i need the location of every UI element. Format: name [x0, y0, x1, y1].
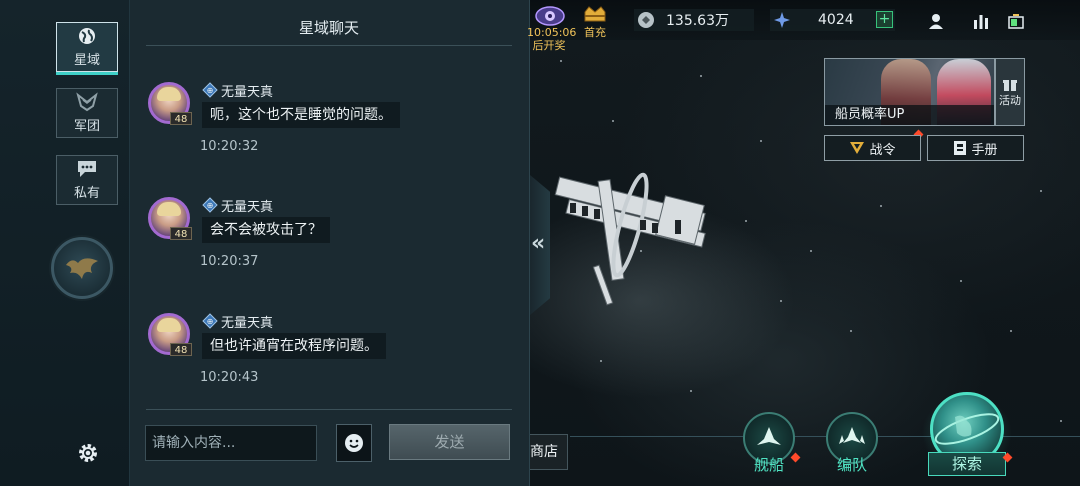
explore-label: 探索 [951, 455, 982, 473]
manual-book-icon [954, 141, 967, 155]
gear-icon[interactable] [76, 441, 100, 465]
battery-icon [1008, 14, 1024, 29]
level-badge: 48 [170, 112, 192, 125]
globe-icon [76, 26, 98, 46]
chat-title: 星域聊天 [146, 0, 512, 46]
level-badge: 48 [170, 227, 192, 240]
fleet-icon [839, 427, 865, 444]
chat-message: 48 ⊕ 无量天真 呃，这个也不是睡觉的问题。 10:20:32 [146, 80, 506, 170]
rank-diamond-icon: ⊕ [202, 313, 218, 329]
ship-icon [757, 427, 781, 445]
tab-label: 军团 [73, 119, 100, 134]
tab-label: 星域 [73, 53, 100, 68]
sender-name[interactable]: ⊕ 无量天真 [202, 312, 273, 331]
fleet-label: 编队 [836, 456, 867, 474]
svg-text:⊕: ⊕ [207, 317, 214, 326]
chat-panel: 星域聊天 48 ⊕ 无量天真 呃，这个也不是睡觉的问题。 10:20:32 48… [130, 0, 530, 486]
crystal-icon [774, 12, 790, 28]
event-timer[interactable]: 10:05:06 后开奖 [527, 4, 576, 52]
rank-diamond-icon: ⊕ [202, 197, 218, 213]
phoenix-emblem-icon [66, 258, 98, 279]
collapse-arrow-icon[interactable]: « [531, 231, 545, 256]
tab-star-domain[interactable]: 星域 [56, 22, 118, 75]
phoenix-emblem-button[interactable] [51, 237, 113, 299]
gift-icon [1003, 80, 1017, 91]
tab-private[interactable]: 私有 [56, 155, 118, 205]
legion-icon [76, 92, 98, 112]
ranking-icon[interactable] [971, 11, 991, 31]
chat-bubble-icon [76, 159, 98, 179]
battle-pass-icon [850, 142, 865, 154]
svg-text:⊕: ⊕ [207, 201, 214, 210]
svg-text:⊕: ⊕ [207, 86, 214, 95]
send-button[interactable]: 发送 [389, 424, 510, 460]
activity-button[interactable]: 活动 [995, 58, 1025, 126]
crown-chest-icon [584, 6, 606, 22]
shop-button[interactable]: 商店 [530, 434, 568, 470]
message-time: 10:20:37 [200, 254, 259, 269]
tab-legion[interactable]: 军团 [56, 88, 118, 138]
coin-icon [638, 12, 654, 28]
recruit-label: 船员概率UP [825, 105, 994, 125]
tab-label: 私有 [73, 186, 100, 201]
rank-diamond-icon: ⊕ [202, 82, 218, 98]
ships-label: 舰船 [753, 456, 784, 474]
nav-rail: 星域 军团 私有 [0, 0, 130, 486]
message-time: 10:20:43 [200, 370, 259, 385]
add-crystal-button[interactable]: + [876, 11, 893, 28]
crew-recruit-banner[interactable]: 船员概率UP [824, 58, 995, 126]
battle-pass-button[interactable]: 战令 [824, 135, 921, 161]
emoji-button[interactable] [336, 424, 372, 462]
sender-name[interactable]: ⊕ 无量天真 [202, 196, 273, 215]
message-bubble: 但也许通宵在改程序问题。 [202, 333, 386, 359]
manual-button[interactable]: 手册 [927, 135, 1024, 161]
credits-counter: 135.63万 [634, 9, 754, 31]
message-bubble: 呃，这个也不是睡觉的问题。 [202, 102, 400, 128]
smiley-icon [345, 434, 363, 452]
profile-icon[interactable] [926, 11, 946, 31]
divider [146, 409, 512, 410]
sender-name[interactable]: ⊕ 无量天真 [202, 81, 273, 100]
chat-input[interactable]: 请输入内容... [145, 425, 317, 461]
level-badge: 48 [170, 343, 192, 356]
message-bubble: 会不会被攻击了？ [202, 217, 330, 243]
space-station[interactable] [545, 165, 720, 315]
message-time: 10:20:32 [200, 139, 259, 154]
chat-message: 48 ⊕ 无量天真 会不会被攻击了？ 10:20:37 [146, 195, 506, 285]
chat-message: 48 ⊕ 无量天真 但也许通宵在改程序问题。 10:20:43 [146, 311, 506, 401]
first-recharge-button[interactable]: 首充 [580, 4, 610, 40]
